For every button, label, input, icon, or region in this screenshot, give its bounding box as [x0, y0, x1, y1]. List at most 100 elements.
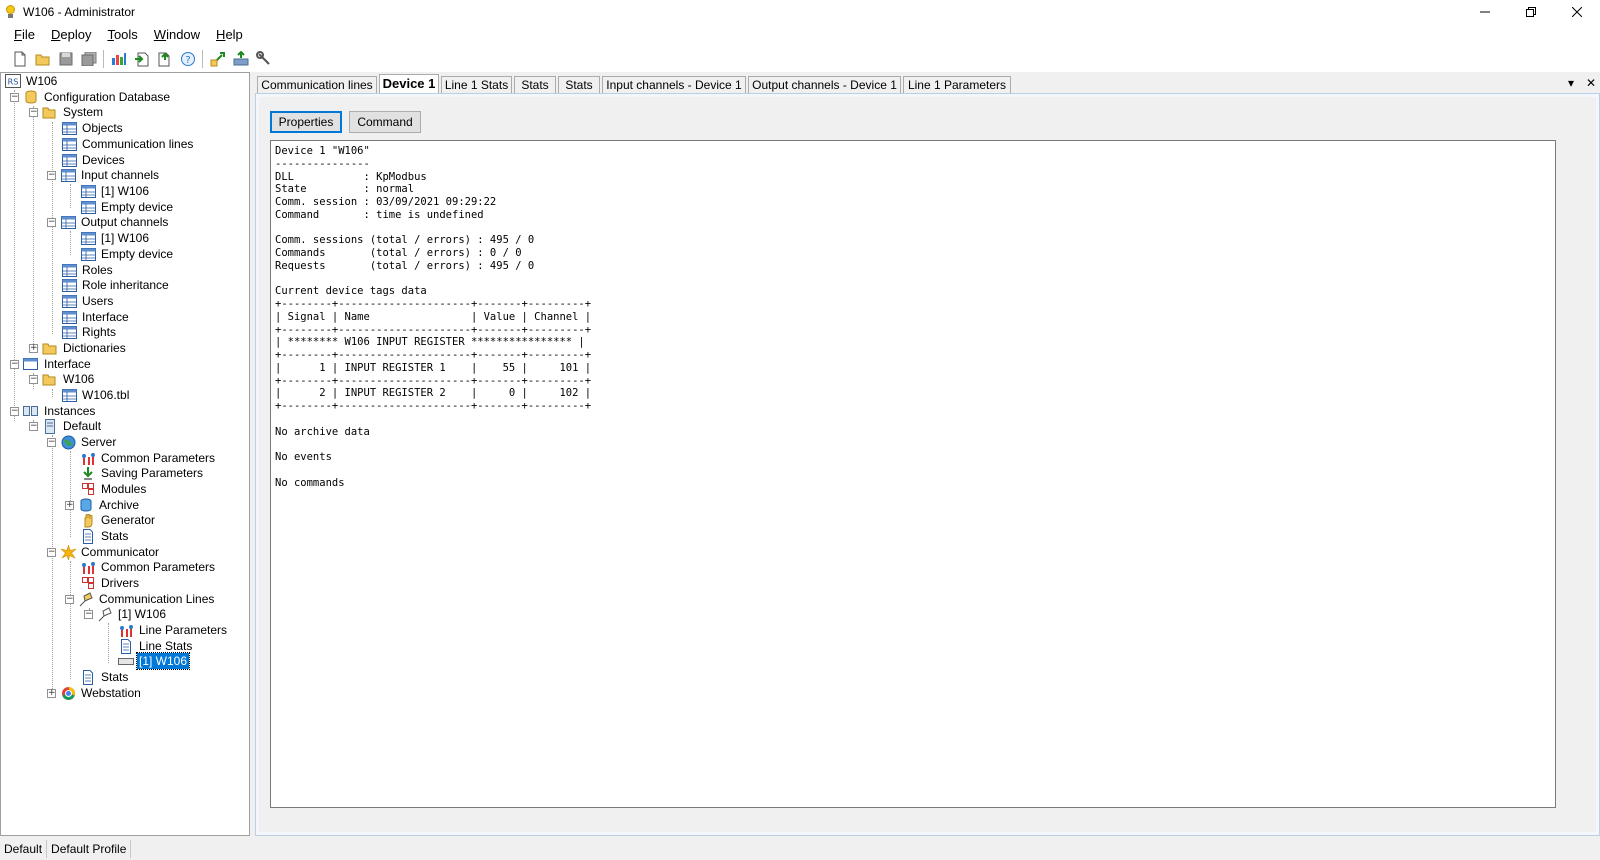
collapse-icon[interactable]: − [47, 170, 56, 180]
tree-comm-drivers[interactable]: Drivers [80, 575, 141, 591]
tree-interface[interactable]: Interface [61, 309, 131, 325]
close-tab-icon[interactable]: ✕ [1586, 76, 1596, 90]
folder-open-icon [42, 371, 58, 387]
collapse-icon[interactable]: − [29, 421, 38, 431]
expand-icon[interactable]: + [65, 500, 74, 510]
properties-button[interactable]: Properties [270, 111, 342, 133]
tree-server-archive[interactable]: + Archive [65, 497, 141, 513]
close-button[interactable] [1554, 0, 1600, 24]
import-icon [134, 52, 148, 67]
menu-file[interactable]: File [6, 25, 43, 45]
tree-line-stats[interactable]: Line Stats [118, 638, 194, 654]
tree-comm-line-w106[interactable]: − [1] W106 [84, 606, 168, 622]
collapse-icon[interactable]: − [84, 609, 93, 619]
document-icon [80, 528, 96, 544]
tree-input-empty-device[interactable]: Empty device [80, 199, 175, 215]
tree-dictionaries[interactable]: + Dictionaries [29, 340, 128, 356]
tree-w106-folder[interactable]: − W106 [29, 371, 96, 387]
tab-list-dropdown-icon[interactable]: ▾ [1568, 76, 1574, 90]
collapse-icon[interactable]: − [29, 107, 38, 117]
help-button[interactable]: ? [176, 48, 199, 70]
open-button[interactable] [31, 48, 54, 70]
tree-objects[interactable]: Objects [61, 120, 125, 136]
tree-output-w106[interactable]: [1] W106 [80, 230, 151, 246]
tree-w106-tbl[interactable]: W106.tbl [61, 387, 131, 403]
minimize-icon [1480, 11, 1490, 13]
export-button[interactable] [153, 48, 176, 70]
tree-server-generator[interactable]: Generator [80, 512, 157, 528]
tree-rights[interactable]: Rights [61, 324, 118, 340]
tree-instances[interactable]: − Instances [10, 403, 97, 419]
tree-output-channels[interactable]: − Output channels [47, 214, 170, 230]
tree-users[interactable]: Users [61, 293, 115, 309]
tree-line-device-w106[interactable]: [1] W106 [118, 652, 191, 670]
tree-config-db[interactable]: − Configuration Database [10, 89, 172, 105]
expand-icon[interactable]: + [29, 343, 38, 353]
tree-server-modules[interactable]: Modules [80, 481, 148, 497]
tree-comm-stats[interactable]: Stats [80, 669, 130, 685]
tree-comm-communication-lines[interactable]: − Communication Lines [65, 591, 216, 607]
tab-input-channels-device-1[interactable]: Input channels - Device 1 [602, 76, 746, 94]
tree-input-w106[interactable]: [1] W106 [80, 183, 151, 199]
tree-default[interactable]: − Default [29, 418, 103, 434]
menu-tools[interactable]: Tools [99, 25, 145, 45]
chart-button[interactable] [107, 48, 130, 70]
tree-webstation[interactable]: + Webstation [47, 685, 143, 701]
table-icon [61, 120, 77, 136]
tab-line-1-parameters[interactable]: Line 1 Parameters [903, 76, 1011, 94]
device-info-textbox[interactable]: Device 1 "W106" --------------- DLL : Kp… [270, 140, 1556, 808]
tab-stats-2[interactable]: Stats [558, 76, 600, 94]
tree-comm-common-parameters[interactable]: Common Parameters [80, 559, 217, 575]
tree-server-stats[interactable]: Stats [80, 528, 130, 544]
collapse-icon[interactable]: − [10, 359, 19, 369]
restore-button[interactable] [1508, 0, 1554, 24]
collapse-icon[interactable]: − [29, 374, 38, 384]
tree-server[interactable]: − Server [47, 434, 118, 450]
minimize-button[interactable] [1462, 0, 1508, 24]
chart-icon [111, 53, 126, 65]
collapse-icon[interactable]: − [10, 92, 19, 102]
window-title: W106 - Administrator [23, 5, 136, 19]
tree-server-common-parameters[interactable]: Common Parameters [80, 450, 217, 466]
tab-line-1-stats[interactable]: Line 1 Stats [441, 76, 512, 94]
menu-help[interactable]: Help [208, 25, 251, 45]
collapse-icon[interactable]: − [47, 437, 56, 447]
import-button[interactable] [130, 48, 153, 70]
collapse-icon[interactable]: − [65, 594, 74, 604]
collapse-icon[interactable]: − [47, 217, 56, 227]
tree-server-saving-parameters[interactable]: Saving Parameters [80, 465, 205, 481]
tab-communication-lines[interactable]: Communication lines [257, 76, 377, 94]
save-all-button[interactable] [77, 48, 100, 70]
tree-communication-lines[interactable]: Communication lines [61, 136, 195, 152]
collapse-icon[interactable]: − [10, 406, 19, 416]
folder-open-icon [42, 104, 58, 120]
modules-icon [80, 575, 96, 591]
pass-button[interactable] [206, 48, 229, 70]
tree-output-empty-device[interactable]: Empty device [80, 246, 175, 262]
tab-stats[interactable]: Stats [514, 76, 556, 94]
upload-button[interactable] [229, 48, 252, 70]
menu-deploy[interactable]: Deploy [43, 25, 99, 45]
tree-line-parameters[interactable]: Line Parameters [118, 622, 229, 638]
tree-input-channels[interactable]: − Input channels [47, 167, 161, 183]
wrench-button[interactable] [252, 48, 275, 70]
new-file-button[interactable] [8, 48, 31, 70]
tree-communicator[interactable]: − Communicator [47, 544, 161, 560]
tree-role-inheritance[interactable]: Role inheritance [61, 277, 171, 293]
wrench-icon [255, 51, 270, 65]
tree-system[interactable]: − System [29, 104, 105, 120]
collapse-icon[interactable]: − [47, 547, 56, 557]
tree-root[interactable]: RS W106 [5, 73, 59, 89]
pass-icon [210, 52, 225, 67]
tree-roles[interactable]: Roles [61, 262, 115, 278]
tree-devices[interactable]: Devices [61, 152, 127, 168]
open-folder-icon [35, 54, 49, 66]
table-icon [80, 246, 96, 262]
command-button[interactable]: Command [349, 111, 421, 133]
tab-device-1[interactable]: Device 1 [379, 74, 439, 94]
menu-window[interactable]: Window [146, 25, 208, 45]
save-button[interactable] [54, 48, 77, 70]
tab-output-channels-device-1[interactable]: Output channels - Device 1 [748, 76, 901, 94]
tree-interface-root[interactable]: − Interface [10, 356, 93, 372]
expand-icon[interactable]: + [47, 688, 56, 698]
